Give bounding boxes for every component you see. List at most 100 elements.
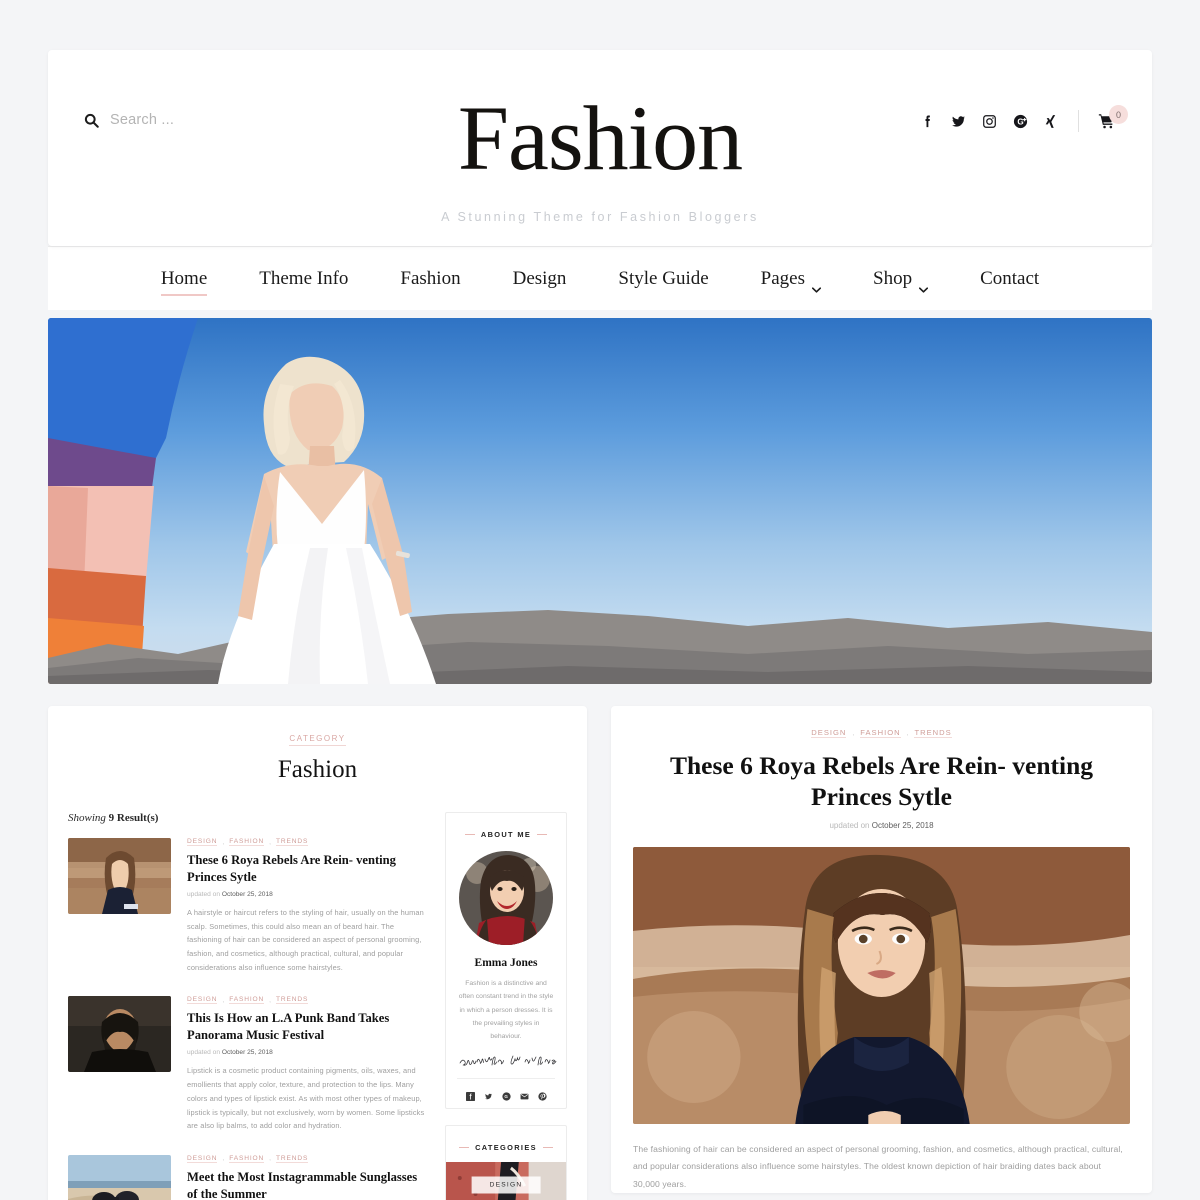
- category-link[interactable]: DESIGN: [811, 728, 847, 738]
- results-number: 9 Result(s): [108, 812, 159, 824]
- post-meta-prefix: updated on: [187, 891, 222, 898]
- category-link[interactable]: TRENDS: [275, 996, 309, 1005]
- featured-post-title[interactable]: These 6 Roya Rebels Are Rein- venting Pr…: [633, 750, 1130, 812]
- category-tile-label: DESIGN: [471, 1176, 541, 1194]
- instagram-icon[interactable]: [981, 113, 998, 130]
- featured-post-categories: DESIGN , FASHION , TRENDS: [633, 728, 1130, 738]
- mail-icon[interactable]: [520, 1088, 529, 1100]
- category-separator: ,: [269, 1155, 271, 1163]
- featured-post-excerpt: The fashioning of hair can be considered…: [633, 1144, 1123, 1189]
- header-divider: [1078, 110, 1079, 132]
- category-separator: ,: [906, 729, 909, 737]
- category-link[interactable]: DESIGN: [187, 996, 218, 1005]
- category-separator: ,: [222, 1155, 225, 1163]
- nav-item-design[interactable]: Design: [487, 247, 593, 311]
- nav-item-home[interactable]: Home: [135, 247, 233, 311]
- nav-label: Theme Info: [259, 267, 349, 289]
- archive-eyebrow: CATEGORY: [289, 734, 346, 746]
- site-title: Fashion: [457, 87, 743, 189]
- header-social-links: G 0: [919, 105, 1128, 132]
- post-body: DESIGN , FASHION , TRENDS This Is How an…: [187, 996, 427, 1132]
- nav-label: Home: [160, 267, 208, 289]
- post-thumbnail[interactable]: [68, 1154, 171, 1200]
- category-link[interactable]: TRENDS: [914, 728, 952, 738]
- list-item[interactable]: DESIGN , FASHION , TRENDS Meet the Most …: [68, 1154, 427, 1200]
- dash-left-icon: [459, 1147, 470, 1149]
- content-row: CATEGORY Fashion Showing 9 Result(s) DES…: [48, 706, 1152, 1200]
- pinterest-icon[interactable]: [537, 1088, 547, 1101]
- nav-label: Design: [512, 267, 567, 289]
- category-separator: ,: [222, 996, 225, 1004]
- site-tagline: A Stunning Theme for Fashion Bloggers: [441, 210, 759, 224]
- nav-item-theme-info[interactable]: Theme Info: [233, 247, 374, 311]
- facebook-icon[interactable]: [465, 1088, 475, 1102]
- search-icon[interactable]: [84, 113, 99, 128]
- about-social-links: G: [457, 1078, 555, 1102]
- category-tile-design[interactable]: DESIGN: [446, 1162, 566, 1200]
- post-date: October 25, 2018: [221, 1049, 273, 1057]
- archive-body: Showing 9 Result(s) DESIGN , FASHION , T…: [68, 812, 567, 1200]
- cart-button[interactable]: 0: [1097, 105, 1128, 130]
- category-link[interactable]: DESIGN: [187, 1155, 218, 1163]
- featured-post-header: DESIGN , FASHION , TRENDS These 6 Roya R…: [633, 728, 1130, 830]
- category-separator: ,: [269, 838, 271, 846]
- post-thumbnail[interactable]: [68, 838, 171, 914]
- post-excerpt: A hairstyle or haircut refers to the sty…: [187, 908, 424, 972]
- category-link[interactable]: TRENDS: [275, 1155, 309, 1163]
- results-prefix: Showing: [68, 812, 109, 824]
- category-separator: ,: [852, 729, 855, 737]
- dash-left-icon: [464, 834, 475, 835]
- twitter-icon[interactable]: [484, 1088, 493, 1100]
- xing-icon[interactable]: [1043, 113, 1060, 130]
- google-plus-icon[interactable]: G: [1012, 113, 1029, 130]
- sidebar: ABOUT ME Emma Jones Fashion is a distinc…: [445, 812, 567, 1200]
- category-link[interactable]: TRENDS: [275, 838, 309, 846]
- list-item[interactable]: DESIGN , FASHION , TRENDS This Is How an…: [68, 996, 427, 1132]
- svg-text:G: G: [504, 1094, 508, 1099]
- facebook-icon[interactable]: [919, 113, 936, 130]
- svg-text:G: G: [1017, 117, 1023, 126]
- post-title[interactable]: This Is How an L.A Punk Band Takes Panor…: [187, 1010, 427, 1044]
- post-categories: DESIGN , FASHION , TRENDS: [187, 838, 427, 846]
- about-text: Fashion is a distinctive and often const…: [458, 980, 554, 1040]
- category-link[interactable]: FASHION: [229, 1155, 265, 1163]
- nav-item-style-guide[interactable]: Style Guide: [592, 247, 734, 311]
- chevron-down-icon: [811, 277, 822, 293]
- category-tiles: DESIGN: [446, 1155, 566, 1200]
- nav-item-contact[interactable]: Contact: [954, 247, 1065, 311]
- category-link[interactable]: DESIGN: [187, 838, 218, 846]
- featured-post-image[interactable]: [633, 847, 1130, 1125]
- post-thumbnail[interactable]: [68, 996, 171, 1073]
- post-title[interactable]: Meet the Most Instagrammable Sunglasses …: [187, 1169, 427, 1200]
- about-name: Emma Jones: [474, 957, 538, 969]
- archive-header: CATEGORY Fashion: [68, 728, 567, 790]
- search-box[interactable]: [84, 112, 260, 128]
- about-me-widget: ABOUT ME Emma Jones Fashion is a distinc…: [445, 812, 567, 1110]
- widget-header: ABOUT ME: [446, 813, 566, 842]
- archive-title: Fashion: [277, 756, 358, 783]
- nav-label: Pages: [760, 267, 805, 289]
- archive-card: CATEGORY Fashion Showing 9 Result(s) DES…: [48, 706, 587, 1200]
- hero-model-figure: [168, 354, 478, 684]
- nav-item-fashion[interactable]: Fashion: [374, 247, 486, 311]
- post-list: Showing 9 Result(s) DESIGN , FASHION , T…: [68, 812, 427, 1200]
- hero-banner[interactable]: [48, 318, 1152, 684]
- twitter-icon[interactable]: [950, 113, 967, 130]
- nav-label: Shop: [873, 267, 913, 289]
- post-title[interactable]: These 6 Roya Rebels Are Rein- venting Pr…: [187, 852, 427, 886]
- post-meta-prefix: updated on: [829, 821, 872, 831]
- search-input[interactable]: [110, 112, 260, 128]
- category-link[interactable]: FASHION: [860, 728, 901, 738]
- main-navigation: Home Theme Info Fashion Design Style Gui…: [48, 246, 1152, 310]
- category-link[interactable]: FASHION: [229, 996, 265, 1005]
- category-separator: ,: [269, 996, 271, 1004]
- list-item[interactable]: DESIGN , FASHION , TRENDS These 6 Roya R…: [68, 838, 427, 974]
- google-plus-icon[interactable]: G: [501, 1088, 511, 1101]
- category-link[interactable]: FASHION: [229, 838, 265, 846]
- post-date: October 25, 2018: [221, 891, 273, 898]
- widget-title: ABOUT ME: [480, 830, 532, 839]
- page-root: Fashion A Stunning Theme for Fashion Blo…: [0, 0, 1200, 1200]
- nav-item-pages[interactable]: Pages: [735, 247, 847, 311]
- results-count: Showing 9 Result(s): [68, 812, 427, 824]
- nav-item-shop[interactable]: Shop: [847, 247, 954, 311]
